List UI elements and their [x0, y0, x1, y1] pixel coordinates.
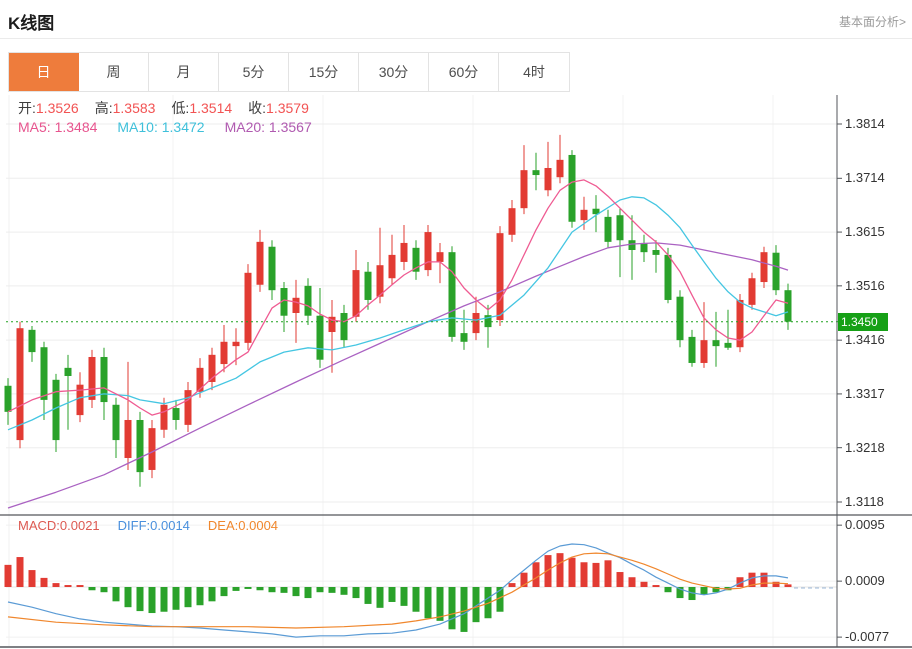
- tab-month[interactable]: 月: [149, 53, 219, 91]
- tab-week[interactable]: 周: [79, 53, 149, 91]
- ohlc-info-row: 开:1.3526 高:1.3583 低:1.3514 收:1.3579: [18, 98, 325, 118]
- macd-tick-label: 0.0095: [845, 517, 885, 532]
- tab-5min[interactable]: 5分: [219, 53, 289, 91]
- tab-15min[interactable]: 15分: [289, 53, 359, 91]
- current-price-badge: 1.3450: [838, 313, 888, 331]
- high-value: 1.3583: [113, 100, 156, 116]
- tab-30min[interactable]: 30分: [359, 53, 429, 91]
- price-tick-label: 1.3317: [845, 386, 885, 401]
- macd-value: MACD:0.0021: [18, 518, 100, 533]
- price-tick-label: 1.3416: [845, 332, 885, 347]
- close-label: 收:: [248, 100, 266, 116]
- price-tick-label: 1.3218: [845, 440, 885, 455]
- price-tick-label: 1.3714: [845, 170, 885, 185]
- open-label: 开:: [18, 100, 36, 116]
- price-tick-label: 1.3615: [845, 224, 885, 239]
- ma10-value: MA10: 1.3472: [117, 119, 204, 135]
- kline-widget: K线图 基本面分析> 日周月5分15分30分60分4时 开:1.3526高:1.…: [0, 0, 912, 649]
- high-label: 高:: [95, 100, 113, 116]
- tab-day[interactable]: 日: [9, 53, 79, 91]
- macd-tick-label: -0.0077: [845, 629, 889, 644]
- period-tab-bar: 日周月5分15分30分60分4时: [8, 52, 570, 92]
- ma20-value: MA20: 1.3567: [225, 119, 312, 135]
- dea-value: DEA:0.0004: [208, 518, 278, 533]
- tab-4hour[interactable]: 4时: [499, 53, 569, 91]
- macd-tick-label: 0.0009: [845, 573, 885, 588]
- ma-info-row: MA5: 1.3484 MA10: 1.3472 MA20: 1.3567: [18, 119, 332, 135]
- diff-value: DIFF:0.0014: [118, 518, 190, 533]
- macd-info-row: MACD:0.0021 DIFF:0.0014 DEA:0.0004: [18, 518, 296, 533]
- open-value: 1.3526: [36, 100, 79, 116]
- low-value: 1.3514: [189, 100, 232, 116]
- price-tick-label: 1.3814: [845, 116, 885, 131]
- price-tick-label: 1.3516: [845, 278, 885, 293]
- ma5-value: MA5: 1.3484: [18, 119, 97, 135]
- price-tick-label: 1.3118: [845, 494, 884, 509]
- close-value: 1.3579: [266, 100, 309, 116]
- tab-60min[interactable]: 60分: [429, 53, 499, 91]
- low-label: 低:: [171, 100, 189, 116]
